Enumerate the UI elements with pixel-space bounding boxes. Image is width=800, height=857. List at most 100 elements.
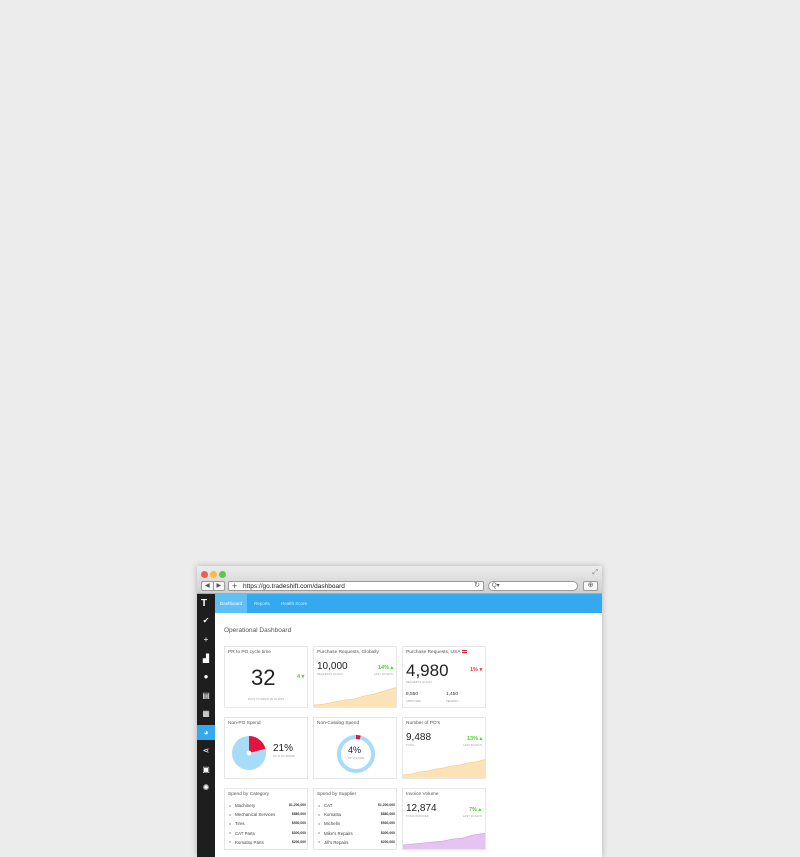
- list-item[interactable]: Jill's Repairs $200,000: [317, 838, 395, 847]
- document-icon[interactable]: ▤: [197, 688, 215, 703]
- card-title: Number of PO's: [406, 721, 440, 726]
- minimize-window-button[interactable]: [210, 571, 217, 578]
- history-nav: ◀ ▶: [201, 581, 225, 591]
- globe-icon[interactable]: ●: [197, 669, 215, 684]
- plus-icon[interactable]: +: [197, 632, 215, 647]
- supplier-name: Komatsu: [324, 812, 342, 818]
- category-name: Komatsu Parts: [235, 839, 264, 845]
- share-icon[interactable]: ⋖: [197, 743, 215, 758]
- pr-usa-approved-value: 8,550: [406, 692, 419, 697]
- spend-supplier-list: CAT $1,200,000 Komatsu $880,000 Michelin $5…: [317, 801, 395, 847]
- tradeshift-logo[interactable]: T: [201, 599, 207, 609]
- invoice-volume-label: Total Invoices: [406, 815, 429, 818]
- cycle-time-delta: 4 ▾: [297, 674, 305, 680]
- card-title: Non-Catalog Spend: [317, 721, 360, 726]
- bullet-icon: [318, 832, 320, 835]
- card-non-catalog-spend[interactable]: Non-Catalog Spend 4% Of Volume: [313, 717, 397, 779]
- apps-grid-icon[interactable]: ▦: [197, 706, 215, 721]
- list-item[interactable]: Michelin $530,000: [317, 819, 395, 828]
- card-title: Spend by Supplier: [317, 792, 357, 797]
- card-title: Purchase Requests, Globally: [317, 650, 379, 655]
- invoice-volume-delta: 7% ▴: [469, 807, 482, 813]
- list-item[interactable]: Komatsu Parts $200,000: [228, 838, 306, 847]
- supplier-amount: $530,000: [380, 821, 395, 826]
- cycle-time-value: 32: [251, 665, 276, 690]
- spend-category-list: Machinery $1,200,000 Mechanical Services $…: [228, 801, 306, 847]
- bullet-icon: [229, 841, 231, 844]
- list-item[interactable]: Machinery $1,200,000: [228, 801, 306, 810]
- top-nav: Dashboard Reports Health Score: [215, 594, 602, 613]
- close-window-button[interactable]: [201, 571, 208, 578]
- invoice-volume-area-chart: [403, 832, 485, 849]
- address-bar[interactable]: + https://go.tradeshift.com/dashboard ↻: [228, 581, 484, 591]
- tab-health-score[interactable]: Health Score: [276, 594, 312, 613]
- supplier-amount: $1,200,000: [378, 803, 395, 807]
- supplier-amount: $200,000: [380, 839, 395, 844]
- fullscreen-icon[interactable]: ⤢: [592, 569, 598, 577]
- supplier-name: Mike's Repairs: [324, 830, 353, 836]
- invoice-volume-delta-label: Last 30 days: [463, 815, 482, 818]
- pr-global-area-chart: [314, 687, 396, 707]
- supplier-name: Michelin: [324, 821, 341, 827]
- pr-usa-approved-label: Approved: [406, 700, 422, 703]
- tab-dashboard[interactable]: Dashboard: [215, 594, 248, 613]
- list-item[interactable]: CAT $1,200,000: [317, 801, 395, 810]
- card-invoice-volume[interactable]: Invoice Volume 12,874 Total Invoices 7% …: [402, 788, 486, 850]
- card-title: Spend by Category: [228, 792, 270, 797]
- num-pos-value: 9,488: [406, 732, 432, 743]
- category-amount: $1,200,000: [289, 803, 306, 807]
- non-catalog-percent: 4%: [348, 745, 362, 755]
- bullet-icon: [229, 804, 231, 807]
- list-item[interactable]: Komatsu $880,000: [317, 810, 395, 819]
- card-purchase-requests-global[interactable]: Purchase Requests, Globally 10,000 Reque…: [313, 646, 397, 708]
- new-tab-icon[interactable]: +: [232, 581, 237, 591]
- pr-usa-label: Requests in 2014: [406, 681, 432, 684]
- category-name: Machinery: [235, 803, 256, 808]
- back-button[interactable]: ◀: [202, 582, 213, 590]
- cycle-time-label: Days to resolve in 2015: [248, 698, 284, 701]
- building-icon[interactable]: ▟: [197, 651, 215, 666]
- check-icon[interactable]: ✔: [197, 613, 215, 628]
- list-item[interactable]: CAT Parts $300,000: [228, 829, 306, 838]
- non-po-percent: 21%: [273, 743, 294, 754]
- card-spend-by-supplier[interactable]: Spend by Supplier CAT $1,200,000 Komatsu $…: [313, 788, 397, 850]
- card-pr-cycle-time[interactable]: PR to PO cycle time 32 4 ▾ Days to resol…: [224, 646, 308, 708]
- tab-reports[interactable]: Reports: [249, 594, 275, 613]
- card-title-text: Purchase Requests, USA: [406, 650, 461, 655]
- bullet-icon: [229, 832, 231, 835]
- bullet-icon: [318, 822, 320, 825]
- url-text[interactable]: https://go.tradeshift.com/dashboard: [243, 583, 345, 590]
- help-icon[interactable]: ✺: [197, 780, 215, 795]
- card-title: Non-PO Spend: [228, 721, 261, 726]
- reload-icon[interactable]: ↻: [474, 582, 480, 590]
- supplier-name: Jill's Repairs: [324, 839, 349, 845]
- num-pos-delta: 13% ▴: [467, 736, 483, 742]
- search-input[interactable]: Q▾: [488, 581, 578, 591]
- category-name: CAT Parts: [235, 830, 255, 836]
- non-po-label: Of % Of Spend: [273, 755, 295, 758]
- bullet-icon: [229, 813, 231, 816]
- list-item[interactable]: Mike's Repairs $300,000: [317, 829, 395, 838]
- browser-toolbar: ⤢ ◀ ▶ + https://go.tradeshift.com/dashbo…: [197, 566, 602, 594]
- list-item[interactable]: Tires $530,000: [228, 819, 306, 828]
- category-name: Tires: [235, 821, 245, 827]
- forward-button[interactable]: ▶: [212, 582, 225, 590]
- card-number-of-pos[interactable]: Number of PO's 9,488 Total 13% ▴ Last 30…: [402, 717, 486, 779]
- num-pos-area-chart: [403, 759, 485, 778]
- usa-flag-icon: [462, 649, 468, 653]
- dashboard-pie-icon[interactable]: ◕: [197, 725, 215, 740]
- card-non-po-spend[interactable]: Non-PO Spend 21% Of % Of Spend: [224, 717, 308, 779]
- card-purchase-requests-usa[interactable]: Purchase Requests, USA 4,980 Requests in…: [402, 646, 486, 708]
- downloads-button[interactable]: ⊕: [583, 581, 598, 591]
- list-item[interactable]: Mechanical Services $880,000: [228, 810, 306, 819]
- category-amount: $300,000: [291, 830, 306, 835]
- invoice-volume-value: 12,874: [406, 803, 437, 814]
- zoom-window-button[interactable]: [219, 571, 226, 578]
- supplier-amount: $880,000: [380, 812, 395, 817]
- num-pos-label: Total: [406, 744, 415, 747]
- pr-usa-value: 4,980: [406, 661, 449, 680]
- bullet-icon: [229, 822, 231, 825]
- card-spend-by-category[interactable]: Spend by Category Machinery $1,200,000 Me…: [224, 788, 308, 850]
- lock-icon[interactable]: ▣: [197, 762, 215, 777]
- bullet-icon: [318, 813, 320, 816]
